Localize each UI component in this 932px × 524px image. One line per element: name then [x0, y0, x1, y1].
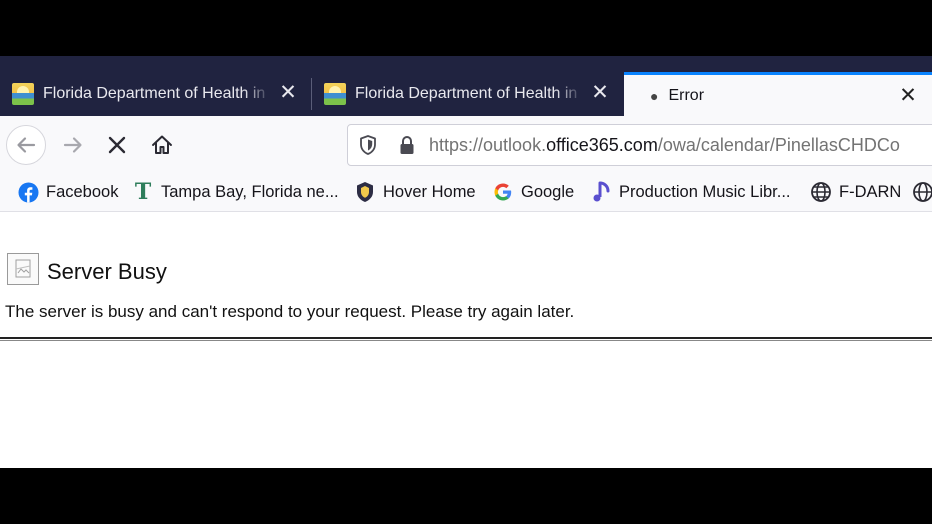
- music-note-icon: [590, 181, 612, 203]
- url-text[interactable]: https://outlook.office365.com/owa/calend…: [429, 135, 900, 156]
- bookmark-label: F-DARN: [839, 182, 902, 201]
- tab-florida-doh-1[interactable]: Florida Department of Health in Pinellas…: [0, 72, 312, 116]
- facebook-icon: [17, 181, 39, 203]
- page-content: Server Busy The server is busy and can't…: [0, 213, 932, 468]
- home-button[interactable]: [142, 125, 182, 165]
- lock-icon[interactable]: [398, 134, 416, 156]
- browser-window: Florida Department of Health in Pinellas…: [0, 56, 932, 468]
- tab-title: Error: [668, 86, 705, 104]
- close-tab-icon[interactable]: ✕: [590, 82, 610, 103]
- bookmark-label: Facebook: [46, 182, 119, 201]
- url-path: /owa/calendar/PinellasCHDCo: [657, 134, 900, 155]
- tab-florida-doh-2[interactable]: Florida Department of Health in Pinellas…: [312, 72, 624, 116]
- navigation-toolbar: https://outlook.office365.com/owa/calend…: [0, 116, 932, 172]
- close-tab-icon[interactable]: ✕: [898, 85, 918, 106]
- stop-button[interactable]: [97, 125, 137, 165]
- bookmarks-toolbar: Facebook T Tampa Bay, Florida ne... Hove…: [0, 172, 932, 212]
- error-message: The server is busy and can't respond to …: [5, 302, 575, 321]
- tab-strip: Florida Department of Health in Pinellas…: [0, 56, 932, 116]
- florida-doh-favicon-icon: [12, 83, 34, 105]
- letterbox-bottom: [0, 468, 932, 524]
- google-icon: [492, 181, 514, 203]
- tab-title: Florida Department of Health in Pinellas: [355, 85, 583, 102]
- bookmark-label: Google: [521, 182, 575, 201]
- page-title: Server Busy: [47, 259, 167, 284]
- shield-icon[interactable]: [358, 134, 378, 156]
- url-host: office365.com: [546, 134, 658, 155]
- bookmark-facebook[interactable]: Facebook: [17, 180, 118, 204]
- bookmark-label: Tampa Bay, Florida ne...: [161, 182, 339, 201]
- close-tab-icon[interactable]: ✕: [278, 82, 298, 103]
- florida-doh-favicon-icon: [324, 83, 346, 105]
- bookmark-production-music[interactable]: Production Music Libr...: [590, 180, 791, 204]
- horizontal-rule: [0, 337, 932, 341]
- loading-dot-icon: ●: [650, 87, 659, 104]
- forward-button[interactable]: [53, 125, 93, 165]
- globe-icon: [810, 181, 832, 203]
- bookmark-label: Production Music Libr...: [619, 182, 791, 201]
- url-prefix: https://outlook.: [429, 134, 547, 155]
- bookmark-hover-home[interactable]: Hover Home: [354, 180, 476, 204]
- arrow-left-icon: [17, 137, 36, 153]
- tab-title: Florida Department of Health in Pinellas: [43, 85, 271, 102]
- stop-x-icon: [108, 136, 126, 154]
- tampa-bay-times-icon: T: [134, 179, 152, 205]
- bookmark-tampa-bay[interactable]: T Tampa Bay, Florida ne...: [132, 179, 339, 205]
- bookmark-f-darn[interactable]: F-DARN: [810, 180, 901, 204]
- tab-error-active[interactable]: ● Error ✕: [624, 72, 932, 116]
- back-button[interactable]: [6, 125, 46, 165]
- globe-icon: [912, 181, 932, 203]
- hover-icon: [354, 181, 376, 203]
- home-icon: [152, 135, 172, 154]
- letterbox-top: [0, 0, 932, 56]
- bookmark-overflow[interactable]: [912, 180, 932, 204]
- address-bar[interactable]: https://outlook.office365.com/owa/calend…: [347, 124, 932, 166]
- broken-image-icon: [7, 253, 39, 285]
- bookmark-label: Hover Home: [383, 182, 476, 201]
- arrow-right-icon: [63, 137, 82, 153]
- bookmark-google[interactable]: Google: [492, 180, 574, 204]
